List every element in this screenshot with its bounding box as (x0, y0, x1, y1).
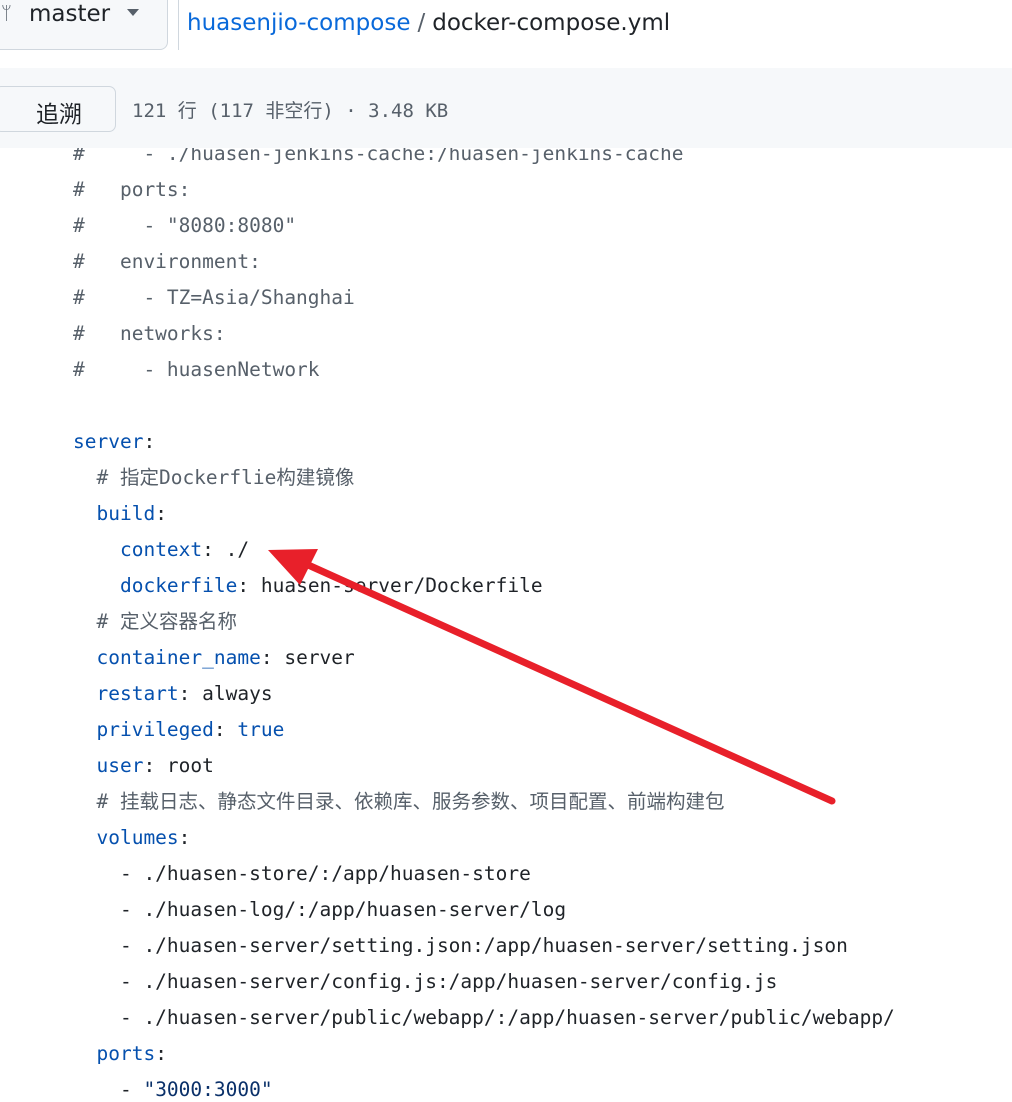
code-line: - ./huasen-store/:/app/huasen-store (73, 856, 895, 892)
code-line: - ./huasen-server/config.js:/app/huasen-… (73, 964, 895, 1000)
code-line: # - ./huasen-jenkins-cache:/huasen-jenki… (73, 148, 895, 172)
code-line: # 挂载日志、静态文件目录、依赖库、服务参数、项目配置、前端构建包 (73, 784, 895, 820)
code-token: # 挂载日志、静态文件目录、依赖库、服务参数、项目配置、前端构建包 (73, 790, 725, 813)
file-toolbar: 追溯 121 行 (117 非空行) · 3.48 KB (0, 68, 1012, 149)
code-line: ports: (73, 1036, 895, 1072)
code-line: - ./huasen-server/public/webapp/:/app/hu… (73, 1000, 895, 1036)
code-token: : (178, 826, 191, 849)
code-token: # 定义容器名称 (73, 610, 237, 633)
code-token: context (119, 538, 203, 561)
blame-button[interactable]: 追溯 (0, 86, 116, 132)
breadcrumb: huasenjio-compose / docker-compose.yml (187, 10, 670, 36)
code-token: volumes (96, 826, 179, 849)
branch-name: master (29, 1, 111, 27)
code-line: # 定义容器名称 (73, 604, 895, 640)
divider (178, 0, 179, 50)
code-token: user (96, 754, 144, 777)
code-token: : huasen-server/Dockerfile (237, 574, 543, 597)
code-line: - "3000:3000" (73, 1072, 895, 1102)
code-token: : (213, 718, 238, 741)
code-token: restart (96, 682, 179, 705)
code-line: # environment: (73, 244, 895, 280)
code-token: : always (178, 682, 273, 705)
code-token: "3000:3000" (143, 1078, 273, 1101)
code-token: - ./huasen-log/:/app/huasen-server/log (73, 898, 567, 921)
blame-label: 追溯 (36, 102, 82, 128)
code-token: # ports: (73, 178, 191, 201)
code-line: # networks: (73, 316, 895, 352)
code-line: - ./huasen-server/setting.json:/app/huas… (73, 928, 895, 964)
code-token: # - TZ=Asia/Shanghai (73, 286, 355, 309)
code-token: : server (260, 646, 355, 669)
code-token: privileged (96, 718, 214, 741)
code-token: ports (96, 1042, 156, 1065)
code-token: server (73, 430, 144, 453)
code-line: dockerfile: huasen-server/Dockerfile (73, 568, 895, 604)
code-line: # 指定Dockerflie构建镜像 (73, 460, 895, 496)
file-info: 121 行 (117 非空行) · 3.48 KB (132, 100, 449, 122)
code-token: build (96, 502, 156, 525)
code-token: # 指定Dockerflie构建镜像 (73, 466, 355, 489)
code-token: dockerfile (119, 574, 238, 597)
code-token: # environment: (73, 250, 261, 273)
code-line: build: (73, 496, 895, 532)
code-line: volumes: (73, 820, 895, 856)
code-line: restart: always (73, 676, 895, 712)
code-line: # - huasenNetwork (73, 352, 895, 388)
code-line: # ports: (73, 172, 895, 208)
file-name: docker-compose.yml (432, 10, 671, 36)
breadcrumb-separator: / (417, 10, 426, 36)
code-token: - ./huasen-server/public/webapp/:/app/hu… (73, 1006, 895, 1029)
code-line: # - TZ=Asia/Shanghai (73, 280, 895, 316)
code-line: container_name: server (73, 640, 895, 676)
code-token: - (73, 1078, 144, 1101)
file-header: ᛘ master huasenjio-compose / docker-compos… (0, 0, 1012, 69)
chevron-down-icon (127, 9, 139, 16)
code-line: - ./huasen-log/:/app/huasen-server/log (73, 892, 895, 928)
code-token: : root (143, 754, 214, 777)
code-line: server: (73, 424, 895, 460)
code-token: true (237, 718, 285, 741)
code-token: - ./huasen-store/:/app/huasen-store (73, 862, 531, 885)
code-token: : (155, 1042, 167, 1065)
code-token: # - ./huasen-jenkins-cache:/huasen-jenki… (73, 148, 684, 165)
code-view[interactable]: # - ./huasen-jenkins-cache:/huasen-jenki… (0, 148, 1012, 1102)
code-token: # networks: (73, 322, 226, 345)
code-token: # - "8080:8080" (73, 214, 297, 237)
branch-selector[interactable]: ᛘ master (0, 0, 168, 50)
code-line: user: root (73, 748, 895, 784)
code-token: - ./huasen-server/setting.json:/app/huas… (73, 934, 848, 957)
code-token: # - huasenNetwork (73, 358, 320, 381)
branch-icon: ᛘ (1, 3, 12, 24)
code-line: context: ./ (73, 532, 895, 568)
code-token: : (143, 430, 156, 453)
code-token: : (155, 502, 167, 525)
code-token: container_name (96, 646, 261, 669)
repo-link[interactable]: huasenjio-compose (187, 10, 410, 36)
code-line: privileged: true (73, 712, 895, 748)
code-token: - ./huasen-server/config.js:/app/huasen-… (73, 970, 778, 993)
code-line: # - "8080:8080" (73, 208, 895, 244)
code-lines: # - ./huasen-jenkins-cache:/huasen-jenki… (73, 148, 895, 1102)
code-token: : ./ (202, 538, 250, 561)
